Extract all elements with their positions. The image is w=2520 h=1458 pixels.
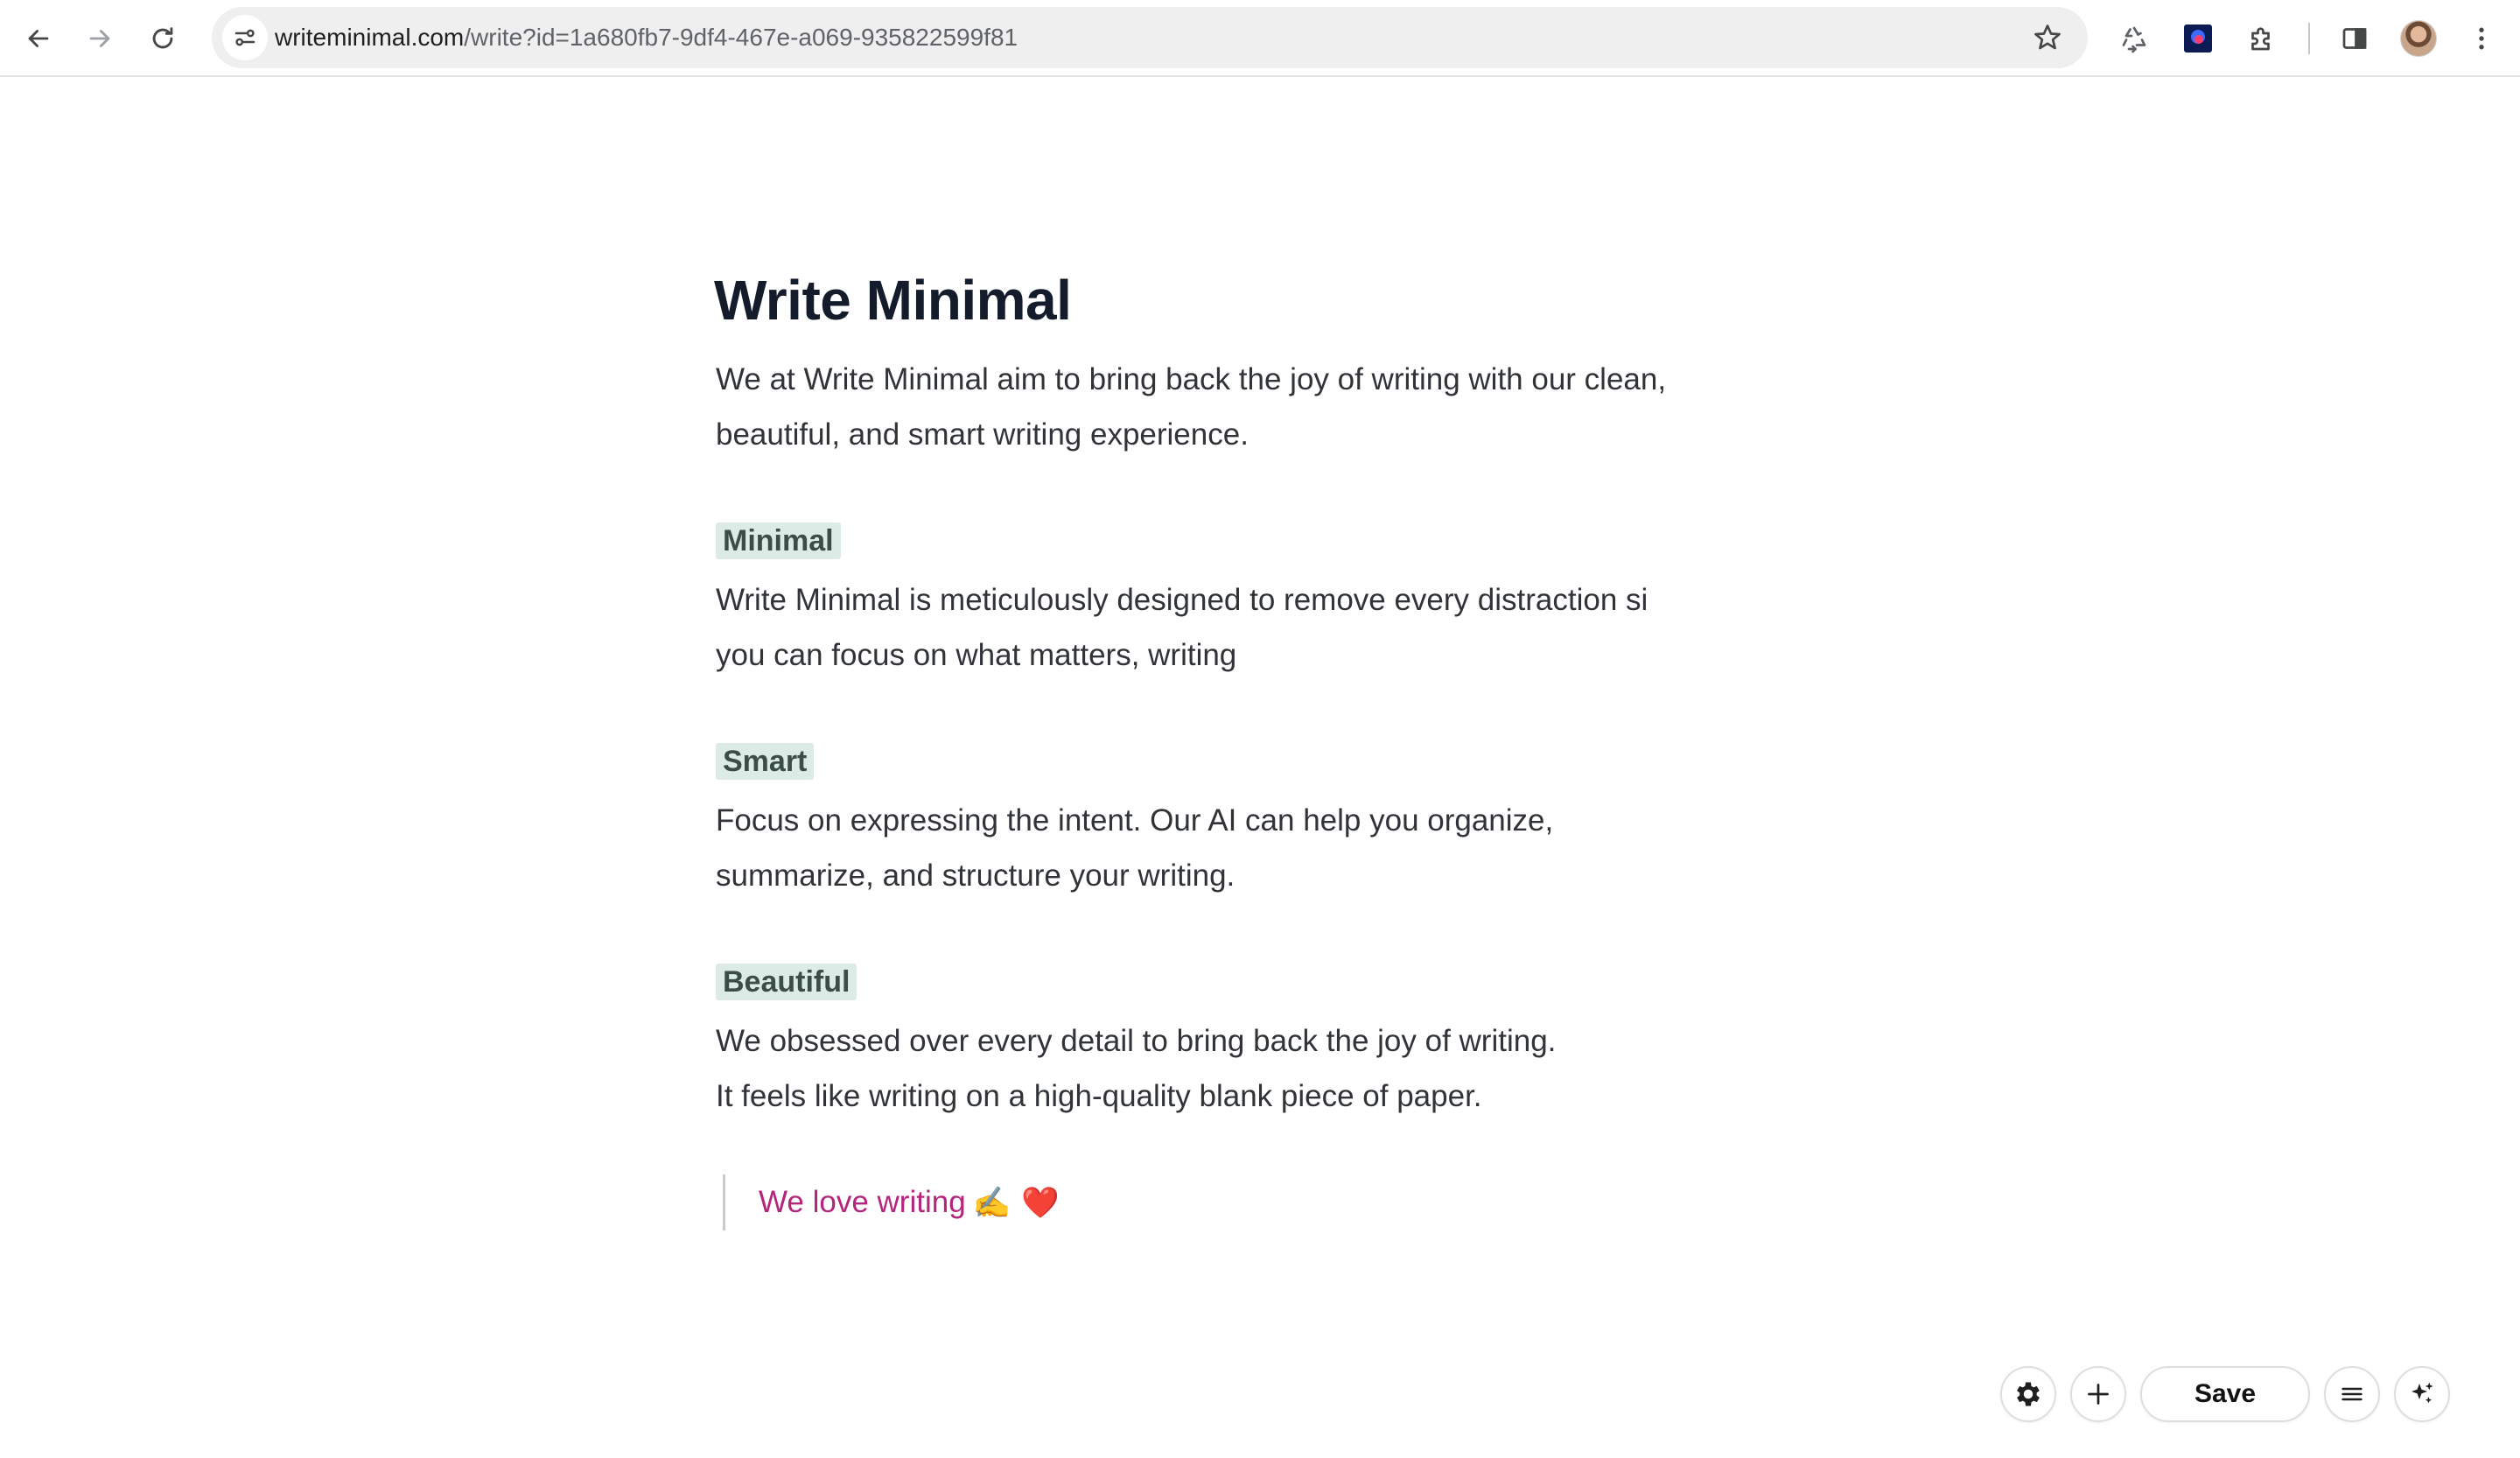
browser-menu-button[interactable] [2459, 16, 2504, 61]
section-heading-smart[interactable]: Smart [716, 743, 815, 780]
url-host: writeminimal.com [275, 24, 465, 51]
blockquote[interactable]: We love writing ✍️ ❤️ [723, 1174, 1060, 1230]
url-path: /write?id=1a680fb7-9df4-467e-a069-935822… [464, 24, 1018, 51]
browser-toolbar: writeminimal.com/write?id=1a680fb7-9df4-… [0, 0, 2520, 77]
kebab-menu-icon [2479, 27, 2484, 50]
recycle-extension-button[interactable] [2111, 16, 2157, 61]
gear-icon [2017, 1382, 2040, 1406]
save-button[interactable]: Save [2140, 1366, 2310, 1422]
recycle-icon [2122, 26, 2146, 53]
back-button[interactable] [16, 16, 61, 61]
reload-icon [152, 27, 173, 49]
extensions-button[interactable] [2239, 16, 2285, 61]
writing-hand-emoji: ✍️ [972, 1185, 1012, 1221]
side-panel-icon [2342, 28, 2367, 49]
document-title[interactable]: Write Minimal [714, 268, 1072, 333]
plus-icon [2088, 1384, 2109, 1405]
bookmark-button[interactable] [2028, 18, 2067, 57]
quote-text: We love writing [759, 1185, 966, 1219]
section-minimal-line-1[interactable]: Write Minimal is meticulously designed t… [716, 572, 1648, 627]
add-button[interactable] [2070, 1366, 2126, 1422]
reload-button[interactable] [140, 16, 186, 61]
profile-button[interactable] [2396, 16, 2441, 61]
section-smart-line-1[interactable]: Focus on expressing the intent. Our AI c… [716, 793, 1553, 848]
section-beautiful-line-2[interactable]: It feels like writing on a high-quality … [716, 1069, 1482, 1124]
forward-button[interactable] [77, 16, 122, 61]
section-heading-minimal[interactable]: Minimal [716, 522, 841, 559]
puzzle-icon [2251, 27, 2270, 51]
section-heading-beautiful[interactable]: Beautiful [716, 964, 858, 1000]
extension-app-icon [2184, 25, 2212, 53]
hamburger-menu-icon [2342, 1387, 2362, 1401]
sparkle-icon [2412, 1382, 2433, 1404]
document-menu-button[interactable] [2324, 1366, 2380, 1422]
tune-icon [234, 29, 256, 46]
section-minimal-line-2[interactable]: you can focus on what matters, writing [716, 627, 1236, 683]
avatar [2400, 20, 2437, 57]
intro-line-1[interactable]: We at Write Minimal aim to bring back th… [716, 352, 1666, 407]
toolbar-divider [2308, 23, 2310, 54]
star-icon [2034, 25, 2061, 50]
intro-line-2[interactable]: beautiful, and smart writing experience. [716, 407, 1249, 462]
ai-assistant-button[interactable] [2394, 1366, 2450, 1422]
heart-emoji: ❤️ [1021, 1185, 1060, 1221]
arrow-left-icon [28, 30, 49, 47]
side-panel-button[interactable] [2332, 16, 2377, 61]
url-text[interactable]: writeminimal.com/write?id=1a680fb7-9df4-… [275, 7, 1018, 68]
settings-button[interactable] [2000, 1366, 2056, 1422]
section-smart-line-2[interactable]: summarize, and structure your writing. [716, 848, 1235, 903]
section-beautiful-line-1[interactable]: We obsessed over every detail to bring b… [716, 1013, 1556, 1069]
address-bar[interactable]: writeminimal.com/write?id=1a680fb7-9df4-… [212, 7, 2088, 68]
extension-app-button[interactable] [2175, 16, 2221, 61]
site-info-button[interactable] [222, 15, 268, 60]
arrow-right-icon [89, 30, 110, 47]
